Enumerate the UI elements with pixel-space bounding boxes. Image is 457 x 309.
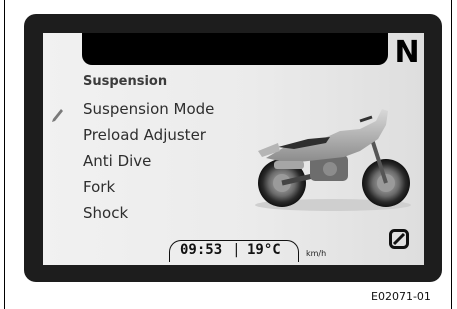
status-separator: | [234,242,239,258]
speed-unit: km/h [306,249,327,258]
zero-reset-icon [389,229,409,249]
gear-indicator: N [394,35,420,70]
figure-id: E02071-01 [371,290,431,303]
clock-time: 09:53 [180,242,223,258]
pencil-icon [52,109,63,122]
frame-line-right [451,0,452,309]
menu-item-fork[interactable]: Fork [83,178,115,196]
menu-title: Suspension [83,74,168,89]
menu-item-suspension-mode[interactable]: Suspension Mode [83,100,214,118]
dashboard-screen: N Suspension Suspension Mode Preload Adj… [43,33,424,265]
ambient-temperature: 19°C [247,242,281,258]
motorcycle-image [255,109,411,211]
menu-item-preload-adjuster[interactable]: Preload Adjuster [83,126,206,144]
menu-item-anti-dive[interactable]: Anti Dive [83,152,151,170]
top-status-bar [82,33,388,65]
menu-item-shock[interactable]: Shock [83,204,128,222]
frame-line-left [4,0,5,309]
